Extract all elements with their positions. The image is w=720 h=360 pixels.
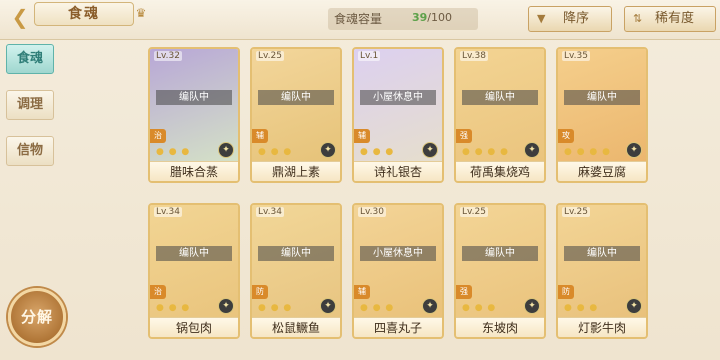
- card-stars: ● ● ●: [360, 303, 395, 313]
- rank-badge-icon: ✦: [524, 298, 540, 314]
- card-status: 小屋休息中: [360, 90, 436, 105]
- card-role-badge: 治: [150, 285, 166, 299]
- food-soul-card[interactable]: Lv.34 编队中防 ● ● ● ✦ 松鼠鳜鱼: [250, 203, 342, 339]
- card-role-badge: 辅: [354, 129, 370, 143]
- card-status: 编队中: [462, 90, 538, 105]
- card-role-badge: 辅: [252, 129, 268, 143]
- card-name: 荷禹集烧鸡: [456, 161, 544, 181]
- food-soul-card[interactable]: Lv.25 编队中强 ● ● ● ✦ 东坡肉: [454, 203, 546, 339]
- card-status: 小屋休息中: [360, 246, 436, 261]
- card-level: Lv.34: [256, 207, 284, 217]
- card-status: 编队中: [462, 246, 538, 261]
- card-status: 编队中: [564, 90, 640, 105]
- food-soul-card[interactable]: Lv.35 编队中攻 ● ● ● ● ✦ 麻婆豆腐: [556, 47, 648, 183]
- card-stars: ● ● ●: [360, 147, 395, 157]
- food-soul-card[interactable]: Lv.34 编队中治 ● ● ● ✦ 锅包肉: [148, 203, 240, 339]
- food-soul-card[interactable]: Lv.32 编队中治 ● ● ● ✦ 腊味合蒸: [148, 47, 240, 183]
- card-stars: ● ● ●: [462, 303, 497, 313]
- card-level: Lv.1: [358, 51, 381, 61]
- card-level: Lv.35: [562, 51, 590, 61]
- card-stars: ● ● ●: [258, 303, 293, 313]
- card-status: 编队中: [258, 246, 334, 261]
- card-name: 锅包肉: [150, 317, 238, 337]
- card-level: Lv.32: [154, 51, 182, 61]
- card-role-badge: 防: [558, 285, 574, 299]
- rank-badge-icon: ✦: [218, 298, 234, 314]
- food-soul-card[interactable]: Lv.38 编队中强 ● ● ● ● ✦ 荷禹集烧鸡: [454, 47, 546, 183]
- card-stars: ● ● ●: [156, 303, 191, 313]
- card-level: Lv.38: [460, 51, 488, 61]
- rank-badge-icon: ✦: [422, 142, 438, 158]
- food-soul-card[interactable]: Lv.25 编队中辅 ● ● ● ✦ 鼎湖上素: [250, 47, 342, 183]
- card-level: Lv.25: [562, 207, 590, 217]
- card-level: Lv.34: [154, 207, 182, 217]
- card-name: 麻婆豆腐: [558, 161, 646, 181]
- rank-badge-icon: ✦: [218, 142, 234, 158]
- card-name: 腊味合蒸: [150, 161, 238, 181]
- card-status: 编队中: [258, 90, 334, 105]
- rank-badge-icon: ✦: [320, 142, 336, 158]
- card-role-badge: 强: [456, 285, 472, 299]
- food-soul-grid: Lv.32 编队中治 ● ● ● ✦ 腊味合蒸 Lv.25 编队中辅 ● ● ● ✦ 鼎湖上素 Lv…: [0, 0, 720, 360]
- card-stars: ● ● ●: [564, 303, 599, 313]
- rank-badge-icon: ✦: [626, 142, 642, 158]
- rank-badge-icon: ✦: [320, 298, 336, 314]
- card-stars: ● ● ● ●: [564, 147, 611, 157]
- card-status: 编队中: [156, 90, 232, 105]
- card-status: 编队中: [564, 246, 640, 261]
- card-stars: ● ● ● ●: [462, 147, 509, 157]
- food-soul-card[interactable]: Lv.25 编队中防 ● ● ● ✦ 灯影牛肉: [556, 203, 648, 339]
- card-role-badge: 强: [456, 129, 472, 143]
- card-level: Lv.30: [358, 207, 386, 217]
- card-level: Lv.25: [460, 207, 488, 217]
- card-stars: ● ● ●: [156, 147, 191, 157]
- card-role-badge: 治: [150, 129, 166, 143]
- food-soul-card[interactable]: Lv.1 小屋休息中辅 ● ● ● ✦ 诗礼银杏: [352, 47, 444, 183]
- card-name: 松鼠鳜鱼: [252, 317, 340, 337]
- card-name: 东坡肉: [456, 317, 544, 337]
- card-name: 鼎湖上素: [252, 161, 340, 181]
- card-role-badge: 辅: [354, 285, 370, 299]
- card-role-badge: 防: [252, 285, 268, 299]
- card-role-badge: 攻: [558, 129, 574, 143]
- rank-badge-icon: ✦: [524, 142, 540, 158]
- card-name: 灯影牛肉: [558, 317, 646, 337]
- card-name: 四喜丸子: [354, 317, 442, 337]
- card-level: Lv.25: [256, 51, 284, 61]
- rank-badge-icon: ✦: [422, 298, 438, 314]
- rank-badge-icon: ✦: [626, 298, 642, 314]
- food-soul-card[interactable]: Lv.30 小屋休息中辅 ● ● ● ✦ 四喜丸子: [352, 203, 444, 339]
- card-stars: ● ● ●: [258, 147, 293, 157]
- card-status: 编队中: [156, 246, 232, 261]
- card-name: 诗礼银杏: [354, 161, 442, 181]
